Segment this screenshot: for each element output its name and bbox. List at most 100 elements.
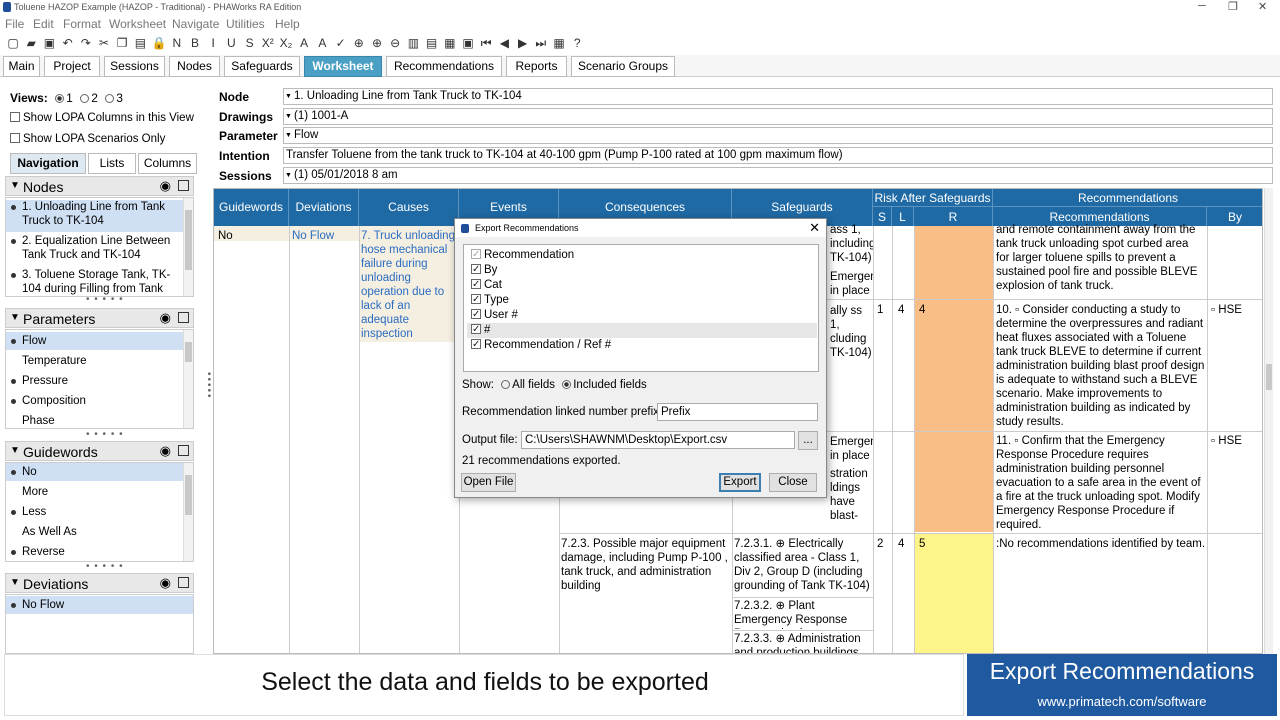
copy-icon[interactable]: ❐ — [115, 36, 129, 50]
tab-worksheet[interactable]: Worksheet — [304, 56, 382, 77]
subtab-lists[interactable]: Lists — [88, 153, 136, 174]
menu-edit[interactable]: Edit — [33, 17, 54, 31]
first-icon[interactable]: ⏮ — [479, 36, 493, 50]
subtab-navigation[interactable]: Navigation — [10, 153, 86, 174]
nodes-section-header[interactable]: ▼ Nodes ◉ — [5, 176, 194, 196]
dropdown-icon[interactable]: ▼ — [285, 128, 292, 143]
layout4-icon[interactable]: ▣ — [461, 36, 475, 50]
edit-icon[interactable] — [178, 312, 189, 323]
col-s[interactable]: S — [873, 207, 892, 226]
edit-icon[interactable] — [178, 577, 189, 588]
guideword-item[interactable]: No — [6, 463, 184, 481]
guideword-item[interactable]: Reverse — [6, 543, 184, 561]
save-icon[interactable]: ▣ — [42, 36, 56, 50]
new-icon[interactable]: ▢ — [6, 36, 20, 50]
open-icon[interactable]: ▰ — [24, 36, 38, 50]
prev-icon[interactable]: ◀ — [497, 36, 511, 50]
field-checkbox[interactable] — [471, 337, 481, 352]
col-deviations[interactable]: Deviations — [289, 189, 359, 226]
maximize-button[interactable]: ❐ — [1228, 0, 1238, 13]
col-guidewords[interactable]: Guidewords — [214, 189, 289, 226]
format-15-icon[interactable]: X₂ — [279, 36, 293, 50]
help-icon[interactable]: ? — [570, 36, 584, 50]
field-recommendation[interactable]: Recommendation — [467, 247, 817, 263]
guideword-item[interactable]: As Well As — [6, 523, 184, 541]
recommendation-cell[interactable]: 11. ▫ Confirm that the Emergency Respons… — [996, 434, 1206, 532]
safeguard-cell-partial[interactable]: Emergency in place — [830, 435, 873, 463]
view-1-radio[interactable] — [55, 94, 65, 103]
next-icon[interactable]: ▶ — [516, 36, 530, 50]
output-file-input[interactable]: C:\Users\SHAWNM\Desktop\Export.csv — [521, 431, 795, 449]
recommendation-cell[interactable]: 10. ▫ Consider conducting a study to det… — [996, 303, 1206, 429]
safeguard-cell[interactable]: 7.2.3.1. ⊕ Electrically classified area … — [734, 537, 872, 595]
book-icon[interactable]: ▦ — [552, 36, 566, 50]
paste-icon[interactable]: ▤ — [133, 36, 147, 50]
safeguard-cell-partial[interactable]: ass 1, including TK-104) Emergency in pl… — [830, 223, 873, 299]
eye-icon[interactable]: ◉ — [160, 574, 171, 592]
view-3-radio[interactable] — [105, 94, 115, 103]
export-button[interactable]: Export — [719, 473, 761, 492]
parameter-item[interactable]: Pressure — [6, 372, 184, 390]
safeguard-cell[interactable]: 7.2.3.2. ⊕ Plant Emergency Response Prog… — [734, 599, 872, 629]
menu-worksheet[interactable]: Worksheet — [109, 17, 166, 31]
guidewords-section-header[interactable]: ▼ Guidewords ◉ — [5, 441, 194, 461]
redo-icon[interactable]: ↷ — [79, 36, 93, 50]
layout3-icon[interactable]: ▦ — [443, 36, 457, 50]
likelihood-cell[interactable]: 4 — [898, 303, 904, 317]
splitter-handle[interactable]: • • • • • — [86, 561, 124, 572]
parameters-scrollbar[interactable] — [183, 330, 193, 428]
col-causes[interactable]: Causes — [359, 189, 459, 226]
sessions-field[interactable]: ▼ (1) 05/01/2018 8 am — [283, 167, 1273, 184]
nodes-scrollbar[interactable] — [183, 198, 193, 296]
guideword-item[interactable]: Less — [6, 503, 184, 521]
menu-utilities[interactable]: Utilities — [226, 17, 265, 31]
zoom-out-icon[interactable]: ⊖ — [388, 36, 402, 50]
parameter-field[interactable]: ▼ Flow — [283, 127, 1273, 144]
layout2-icon[interactable]: ▤ — [425, 36, 439, 50]
deviations-section-header[interactable]: ▼ Deviations ◉ — [5, 573, 194, 593]
lopa-scenarios-option[interactable]: Show LOPA Scenarios Only — [10, 133, 165, 145]
field-number[interactable]: # — [467, 322, 817, 338]
col-r[interactable]: R — [914, 207, 993, 226]
severity-cell[interactable]: 2 — [877, 537, 883, 551]
field-by[interactable]: By — [467, 262, 817, 278]
format-10-icon[interactable]: B — [188, 36, 202, 50]
risk-cell[interactable]: 4 — [919, 303, 925, 317]
recommendation-cell[interactable]: :No recommendations identified by team. — [996, 537, 1206, 551]
node-item-3[interactable]: 3. Toluene Storage Tank, TK-104 during F… — [6, 268, 184, 296]
collapse-icon[interactable]: ▼ — [10, 309, 20, 327]
menu-format[interactable]: Format — [63, 17, 101, 31]
collapse-icon[interactable]: ▼ — [10, 442, 20, 460]
intention-field[interactable]: Transfer Toluene from the tank truck to … — [283, 147, 1273, 164]
eye-icon[interactable]: ◉ — [160, 309, 171, 327]
recommendation-cell[interactable]: and remote containment away from the tan… — [996, 223, 1204, 295]
field-cat[interactable]: Cat — [467, 277, 817, 293]
drawings-field[interactable]: ▼ (1) 1001-A — [283, 108, 1273, 125]
severity-cell[interactable]: 1 — [877, 303, 883, 317]
format-16-icon[interactable]: A — [297, 36, 311, 50]
lopa-columns-option[interactable]: Show LOPA Columns in this View — [10, 112, 194, 124]
tab-main[interactable]: Main — [3, 56, 40, 77]
format-14-icon[interactable]: X² — [261, 36, 275, 50]
parameter-item[interactable]: Temperature — [6, 352, 184, 370]
parameter-item[interactable]: Flow — [6, 332, 184, 350]
by-cell[interactable]: ▫ HSE — [1211, 434, 1242, 448]
guideword-cell[interactable]: No — [218, 229, 286, 243]
field-checkbox[interactable] — [471, 247, 481, 262]
layout1-icon[interactable]: ▥ — [406, 36, 420, 50]
cut-icon[interactable]: ✂ — [97, 36, 111, 50]
format-11-icon[interactable]: I — [206, 36, 220, 50]
view-2-radio[interactable] — [80, 94, 90, 103]
node-item-1[interactable]: 1. Unloading Line from Tank Truck to TK-… — [6, 200, 184, 232]
zoom-fit-icon[interactable]: ⊕ — [352, 36, 366, 50]
subtab-columns[interactable]: Columns — [138, 153, 197, 174]
format-9-icon[interactable]: N — [170, 36, 184, 50]
tab-nodes[interactable]: Nodes — [169, 56, 220, 77]
field-checkbox[interactable] — [471, 262, 481, 277]
guidewords-scrollbar[interactable] — [183, 463, 193, 561]
splitter-handle[interactable]: • • • • • — [86, 429, 124, 440]
zoom-in-icon[interactable]: ⊕ — [370, 36, 384, 50]
format-17-icon[interactable]: A — [315, 36, 329, 50]
scrollbar-thumb[interactable] — [1266, 364, 1272, 390]
minimize-button[interactable]: ─ — [1198, 0, 1206, 12]
